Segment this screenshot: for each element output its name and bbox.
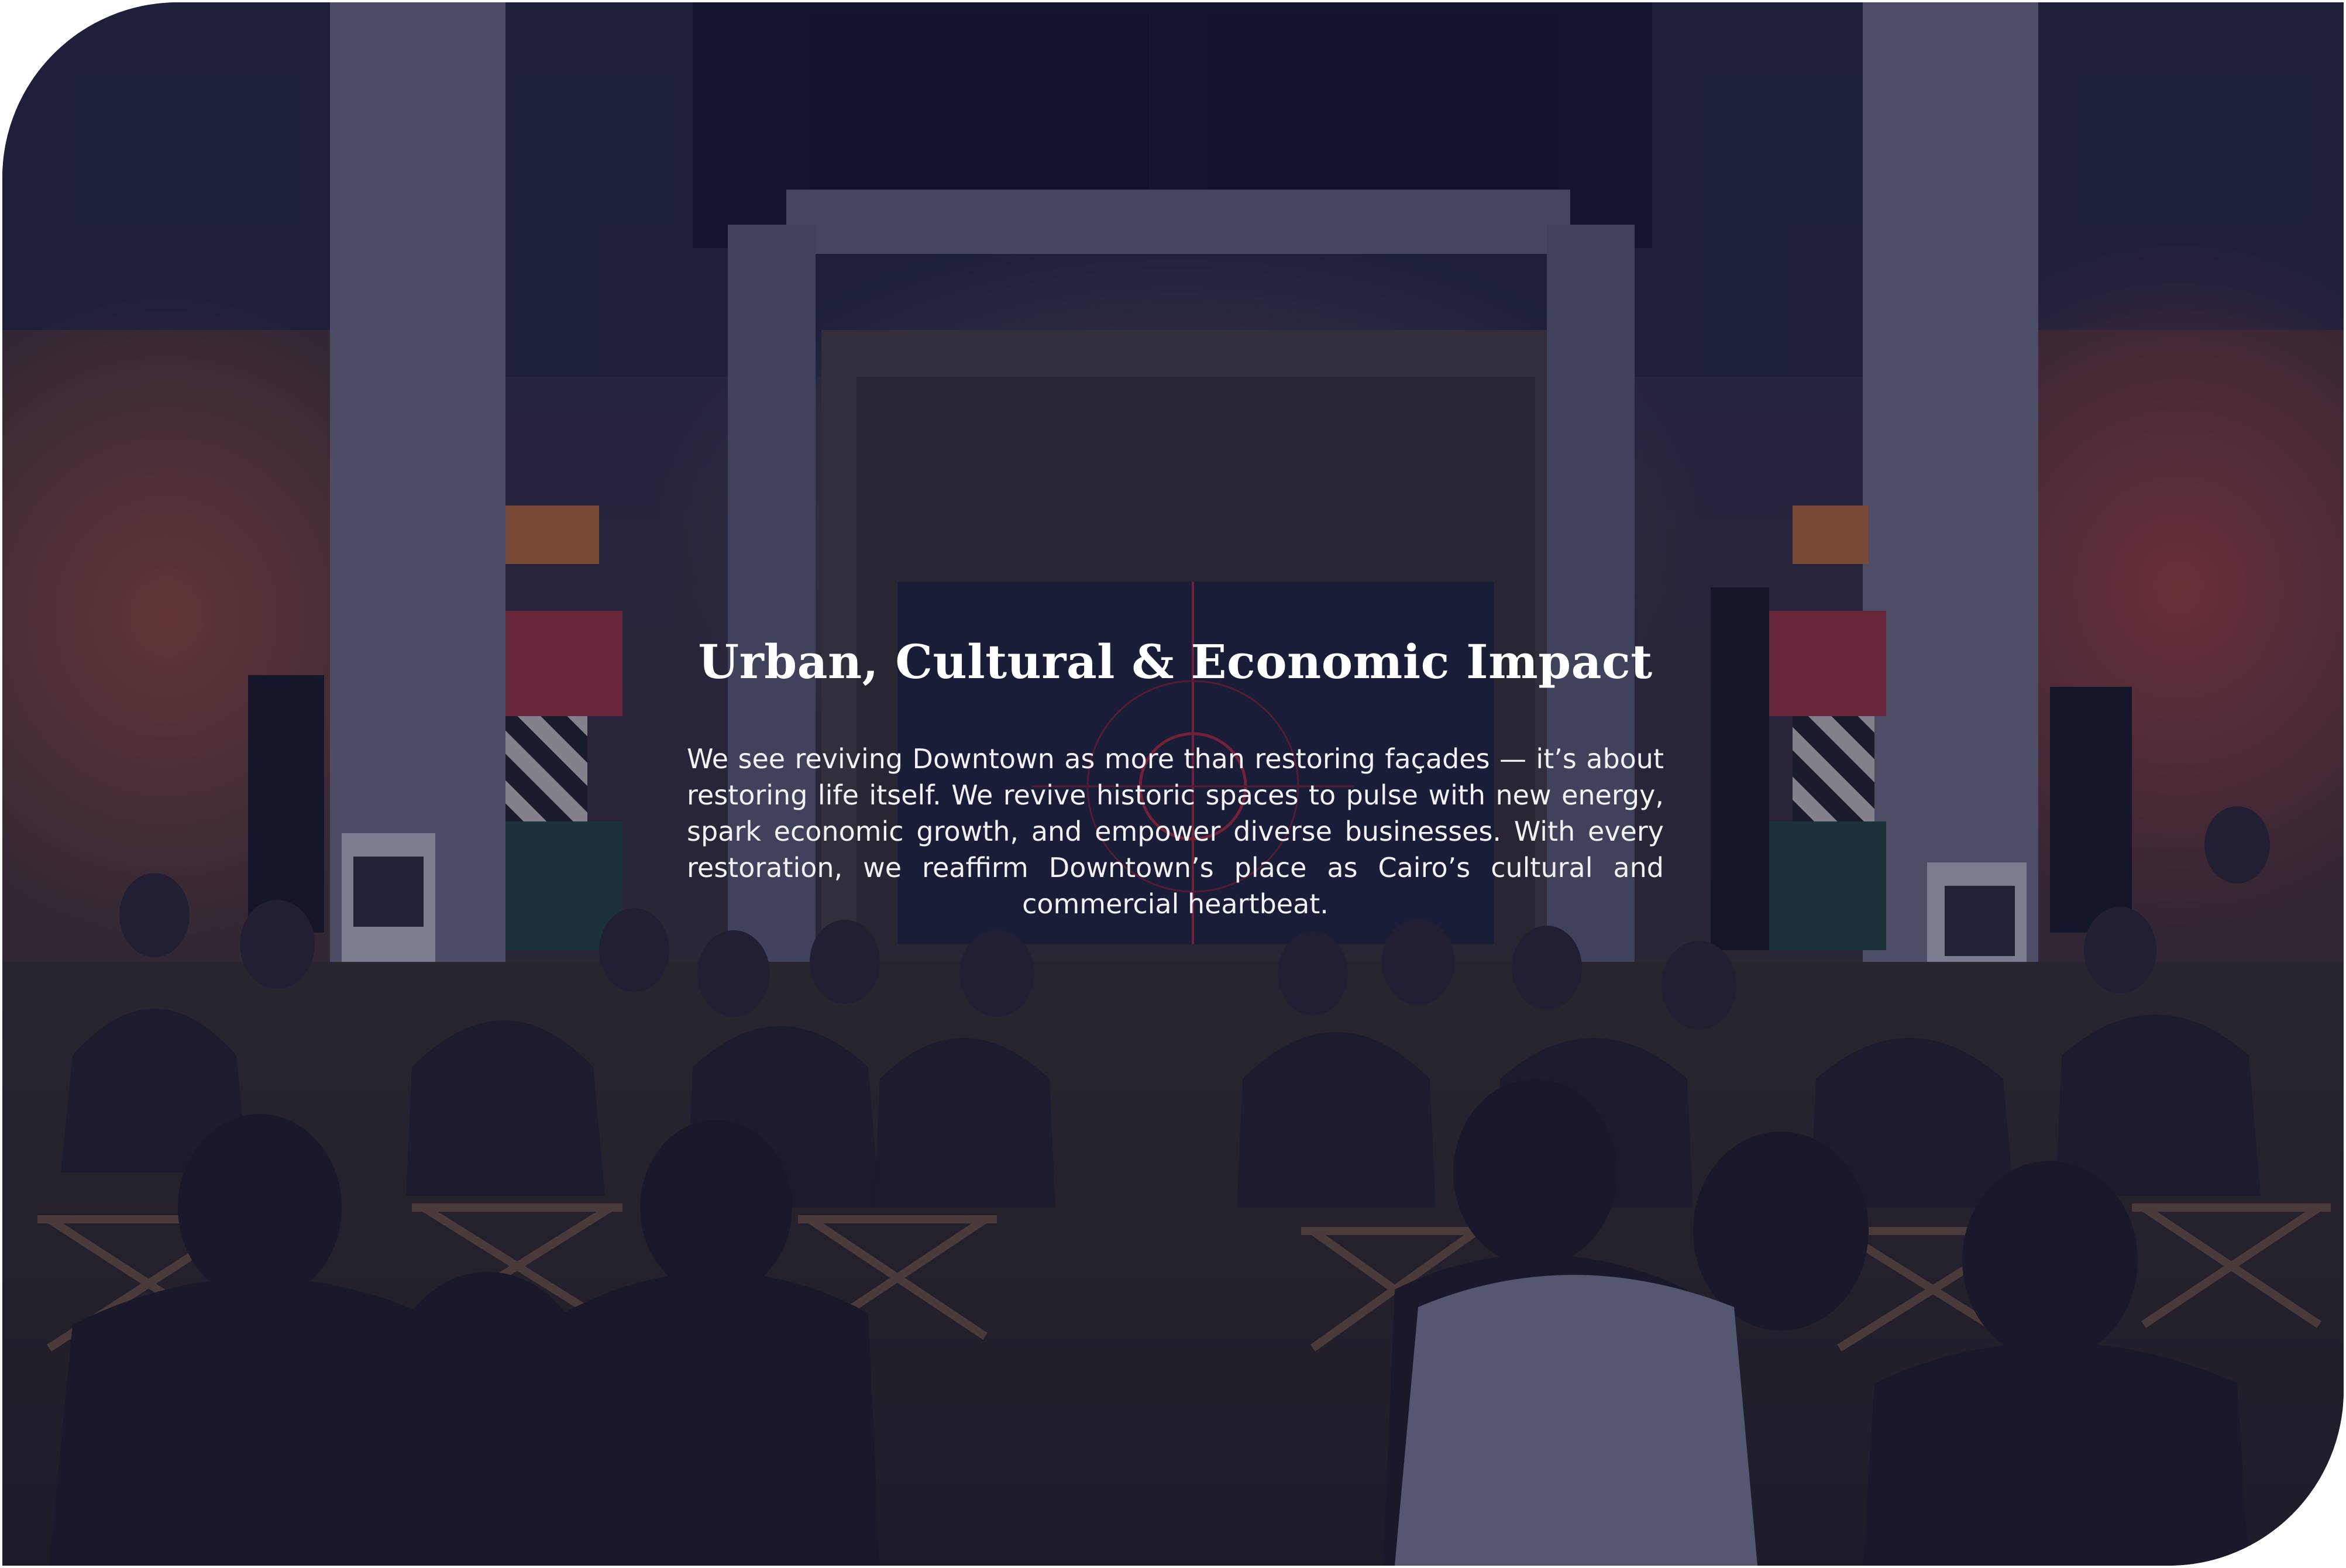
hero-card: Urban, Cultural & Economic Impact We see… — [2, 2, 2344, 1566]
section-title: Urban, Cultural & Economic Impact — [698, 634, 1653, 689]
section-description: We see reviving Downtown as more than re… — [687, 743, 1664, 920]
impact-text-block: Urban, Cultural & Economic Impact We see… — [687, 634, 1664, 922]
